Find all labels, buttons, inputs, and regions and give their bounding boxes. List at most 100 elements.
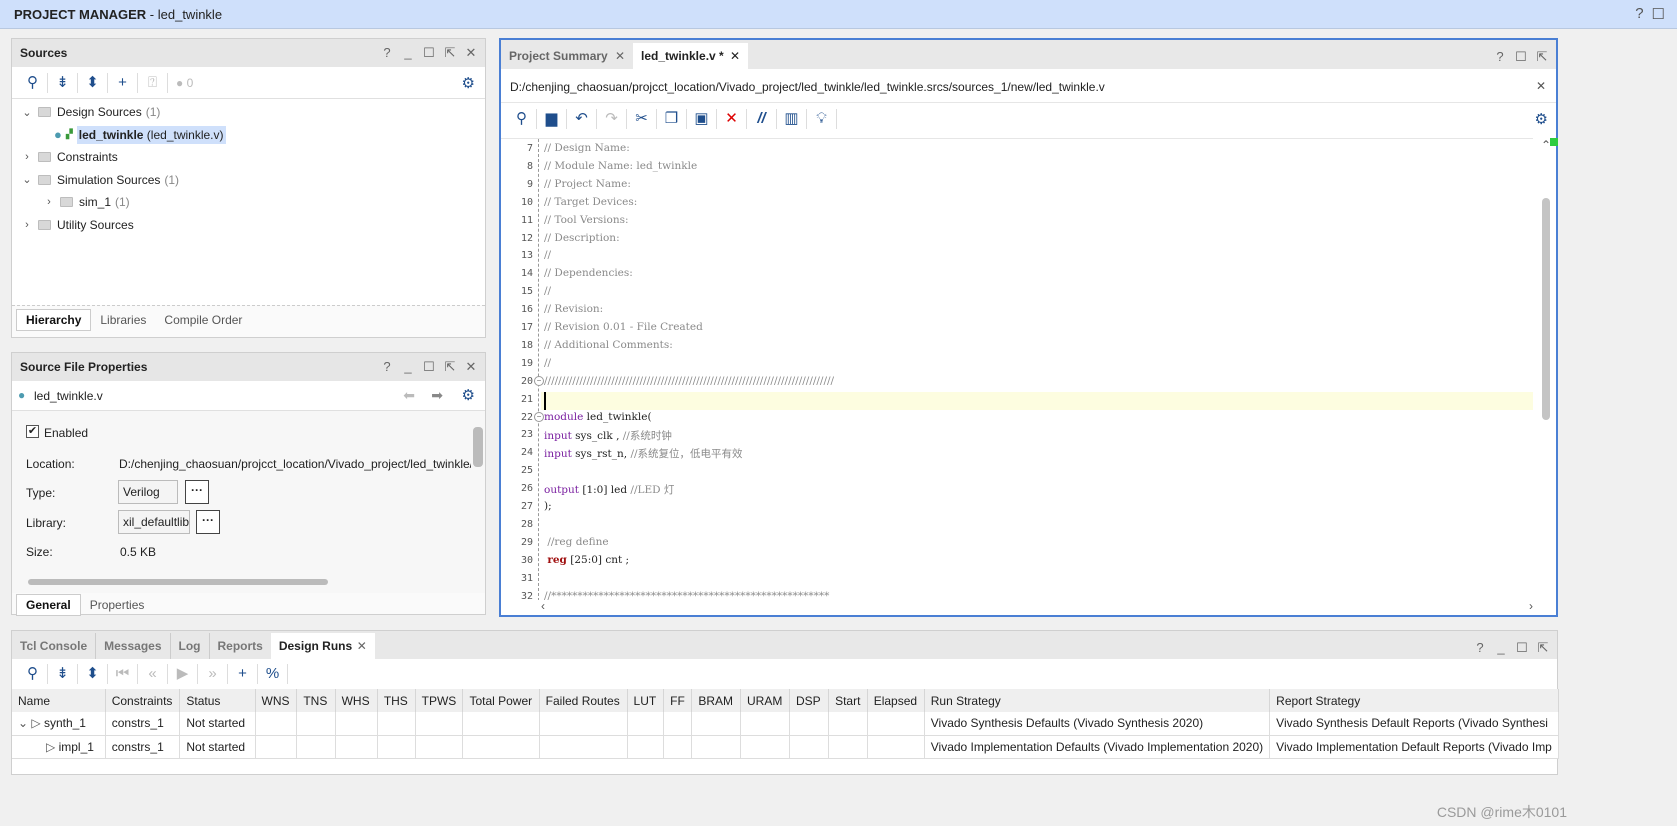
lightbulb-icon[interactable]: 💡︎ <box>807 109 837 129</box>
column-header[interactable]: BRAM <box>691 689 741 712</box>
save-icon[interactable]: ▆ <box>537 109 567 129</box>
delete-icon[interactable]: ✕ <box>717 109 747 129</box>
column-header[interactable]: Elapsed <box>867 689 925 712</box>
close-icon[interactable]: ✕ <box>465 45 477 61</box>
search-icon[interactable]: ⚲ <box>18 72 48 93</box>
copy-icon[interactable]: ❐ <box>657 109 687 129</box>
collapse-all-icon[interactable]: ⇟ <box>48 664 78 684</box>
close-icon[interactable]: ✕ <box>615 49 625 63</box>
tree-item-sim-1[interactable]: › sim_1 (1) <box>20 191 485 214</box>
redo-icon[interactable]: ↷ <box>597 109 627 129</box>
column-header[interactable]: TPWS <box>415 689 464 712</box>
vertical-scrollbar[interactable]: ⌃ <box>1538 138 1554 600</box>
comment-toggle-icon[interactable]: // <box>747 109 777 129</box>
minimize-icon[interactable]: _ <box>402 359 414 375</box>
vertical-scrollbar[interactable] <box>473 413 483 561</box>
tab-led-twinkle[interactable]: led_twinkle.v * ✕ <box>633 43 748 69</box>
paste-icon[interactable]: ▣ <box>687 109 717 129</box>
collapse-all-icon[interactable]: ⇟ <box>48 72 78 93</box>
forward-icon[interactable]: ➡ <box>431 387 443 404</box>
help-icon[interactable]: ? <box>381 45 393 61</box>
column-header[interactable]: Start <box>828 689 868 712</box>
close-icon[interactable]: ✕ <box>465 359 477 375</box>
gear-icon[interactable]: ⚙ <box>462 74 475 92</box>
horizontal-scrollbar[interactable] <box>16 579 466 587</box>
column-header[interactable]: FF <box>663 689 693 712</box>
tree-item-design-sources[interactable]: ⌄ Design Sources (1) <box>20 101 485 124</box>
fold-icon[interactable]: − <box>534 411 544 422</box>
close-icon[interactable]: ✕ <box>357 639 367 653</box>
float-icon[interactable]: ⇱ <box>1536 49 1548 65</box>
tree-item-led-twinkle[interactable]: ● ▞ led_twinkle (led_twinkle.v) <box>20 124 485 147</box>
add-icon[interactable]: + <box>108 72 138 93</box>
maximize-icon[interactable]: ☐ <box>1516 640 1528 656</box>
help-icon[interactable]: ? <box>1635 5 1643 23</box>
column-header[interactable]: Failed Routes <box>539 689 628 712</box>
horizontal-scrollbar[interactable]: ‹ › <box>541 599 1533 613</box>
tab-compile-order[interactable]: Compile Order <box>155 310 251 330</box>
back-icon[interactable]: ⬅ <box>403 387 415 404</box>
column-header[interactable]: TNS <box>296 689 336 712</box>
maximize-icon[interactable]: ☐ <box>1515 49 1527 65</box>
maximize-icon[interactable]: ☐ <box>423 359 435 375</box>
tab-reports[interactable]: Reports <box>210 633 271 659</box>
tree-item-constraints[interactable]: › Constraints <box>20 146 485 169</box>
tab-libraries[interactable]: Libraries <box>91 310 155 330</box>
next-icon[interactable]: » <box>198 664 228 684</box>
table-row[interactable]: ⌄ ▷ synth_1 constrs_1 Not started Vivado… <box>12 712 1559 736</box>
column-header[interactable]: Status <box>179 689 256 712</box>
add-icon[interactable]: + <box>228 664 258 684</box>
unknown-file-icon[interactable]: ⍰ <box>138 72 168 93</box>
first-icon[interactable]: ⏮ <box>108 664 138 684</box>
table-row[interactable]: ▷ impl_1 constrs_1 Not started Vivado Im… <box>12 735 1559 759</box>
tab-hierarchy[interactable]: Hierarchy <box>16 308 92 331</box>
percent-icon[interactable]: % <box>258 664 288 684</box>
library-field[interactable]: xil_defaultlib <box>118 510 190 534</box>
tab-general[interactable]: General <box>16 594 81 616</box>
enabled-checkbox[interactable]: ✔ <box>26 425 39 438</box>
column-header[interactable]: Name <box>12 689 106 712</box>
column-header[interactable]: Total Power <box>462 689 540 712</box>
column-header[interactable]: WHS <box>335 689 378 712</box>
gear-icon[interactable]: ⚙ <box>462 386 475 404</box>
tab-tcl-console[interactable]: Tcl Console <box>12 633 97 659</box>
expand-all-icon[interactable]: ⬍ <box>78 72 108 93</box>
tree-item-utility-sources[interactable]: › Utility Sources <box>20 214 485 237</box>
help-icon[interactable]: ? <box>1474 640 1486 656</box>
type-field[interactable]: Verilog <box>118 480 178 504</box>
expand-all-icon[interactable]: ⬍ <box>78 664 108 684</box>
column-header[interactable]: DSP <box>789 689 830 712</box>
previous-icon[interactable]: « <box>138 664 168 684</box>
tab-design-runs[interactable]: Design Runs ✕ <box>270 633 375 659</box>
column-header[interactable]: Constraints <box>105 689 181 712</box>
gear-icon[interactable]: ⚙ <box>1535 110 1548 128</box>
tree-item-simulation-sources[interactable]: ⌄ Simulation Sources (1) <box>20 169 485 192</box>
float-icon[interactable]: ⇱ <box>444 45 456 61</box>
tab-project-summary[interactable]: Project Summary ✕ <box>501 43 633 69</box>
column-header[interactable]: WNS <box>255 689 298 712</box>
column-header[interactable]: Run Strategy <box>924 689 1271 712</box>
play-icon[interactable]: ▶ <box>168 664 198 684</box>
float-icon[interactable]: ⇱ <box>444 359 456 375</box>
undo-icon[interactable]: ↶ <box>567 109 597 129</box>
search-icon[interactable]: ⚲ <box>18 664 48 684</box>
cut-icon[interactable]: ✂ <box>627 109 657 129</box>
library-browse-button[interactable]: ··· <box>196 510 220 534</box>
fold-icon[interactable]: − <box>534 375 544 386</box>
column-select-icon[interactable]: ▥ <box>777 109 807 129</box>
search-icon[interactable]: ⚲ <box>507 109 537 129</box>
tab-messages[interactable]: Messages <box>96 633 171 659</box>
column-header[interactable]: URAM <box>740 689 791 712</box>
column-header[interactable]: THS <box>377 689 416 712</box>
column-header[interactable]: LUT <box>627 689 665 712</box>
code-editor[interactable]: 7 // Design Name: 8 // Module Name: led_twi… <box>501 138 1533 600</box>
close-icon[interactable]: ✕ <box>730 49 740 63</box>
close-path-icon[interactable]: ✕ <box>1536 79 1546 93</box>
minimize-icon[interactable]: _ <box>402 45 414 61</box>
column-header[interactable]: Report Strategy <box>1269 689 1559 712</box>
float-icon[interactable]: ⇱ <box>1537 640 1549 656</box>
type-browse-button[interactable]: ··· <box>185 480 209 504</box>
maximize-icon[interactable]: ☐ <box>1652 5 1665 23</box>
tab-properties[interactable]: Properties <box>81 595 154 615</box>
help-icon[interactable]: ? <box>1494 49 1506 65</box>
